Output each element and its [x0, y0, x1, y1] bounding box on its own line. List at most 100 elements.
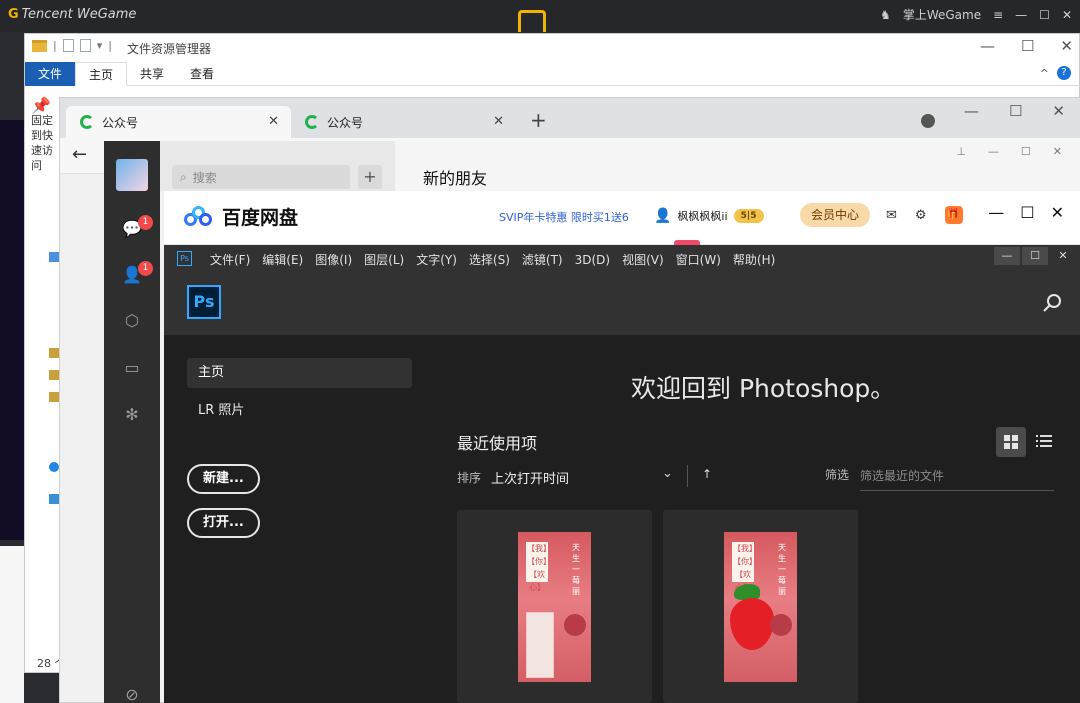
new-folder-icon[interactable] — [79, 39, 91, 52]
recent-file-card[interactable]: 【我】【你】【欢心】 天生一莓丽 — [663, 510, 858, 703]
folder-icon[interactable] — [49, 370, 59, 380]
new-file-button[interactable]: 新建... — [187, 464, 260, 494]
wegame-close-button[interactable]: ✕ — [1062, 8, 1072, 22]
minimize-button[interactable]: — — [994, 247, 1020, 265]
pin-to-quick-access-button[interactable]: 📌 固定到快速访问 — [31, 98, 61, 173]
search-icon[interactable] — [1042, 293, 1062, 313]
tab-close-icon[interactable]: ✕ — [493, 114, 504, 129]
photoshop-app-icon: Ps — [177, 251, 192, 266]
maximize-button[interactable]: ☐ — [1021, 145, 1031, 158]
settings-icon[interactable]: ⚙ — [915, 208, 927, 223]
files-icon[interactable]: ▭ — [122, 358, 142, 378]
chevron-down-icon[interactable]: ⌄ — [662, 466, 673, 481]
mini-programs-icon[interactable]: ⊘ — [122, 685, 142, 703]
wegame-mobile-icon[interactable]: ♞ — [880, 8, 891, 22]
gift-icon[interactable]: 🎁 — [944, 206, 963, 224]
photoshop-window-controls: — ☐ ✕ — [994, 247, 1076, 265]
wegame-menu-icon[interactable]: ≡ — [993, 8, 1003, 22]
close-button[interactable]: ✕ — [1053, 145, 1062, 158]
browser-tab[interactable]: 公众号 ✕ — [66, 106, 291, 138]
favorites-icon[interactable]: ⬡ — [122, 311, 142, 331]
thumbnail-text: 【我】【你】【欢心】 — [526, 542, 548, 592]
new-tab-button[interactable]: + — [530, 108, 547, 132]
svip-promo-link[interactable]: SVIP年卡特惠 限时买1送6 — [499, 209, 629, 225]
folder-icon[interactable] — [49, 348, 59, 358]
pin-window-icon[interactable]: ⊥ — [956, 145, 966, 158]
properties-icon[interactable] — [62, 39, 74, 52]
quick-access-icon[interactable] — [49, 252, 59, 262]
help-icon[interactable]: ? — [1057, 66, 1071, 80]
icecream-ball-graphic — [564, 614, 586, 636]
close-button[interactable]: ✕ — [1051, 203, 1064, 222]
browser-tab[interactable]: 公众号 ✕ — [291, 106, 516, 138]
maximize-button[interactable]: ☐ — [1022, 247, 1048, 265]
menu-layer[interactable]: 图层(L) — [364, 251, 404, 268]
nav-lr-photos[interactable]: LR 照片 — [198, 399, 244, 418]
explorer-minimize-button[interactable]: — — [980, 37, 995, 55]
baidu-user[interactable]: 👤 枫枫枫枫ii 5|5 — [654, 208, 764, 224]
minimize-button[interactable]: — — [988, 145, 999, 158]
moments-icon[interactable]: ✻ — [122, 405, 142, 425]
tab-list-dropdown-icon[interactable] — [921, 114, 935, 128]
avatar[interactable] — [116, 159, 148, 191]
explorer-maximize-button[interactable]: ☐ — [1021, 37, 1034, 55]
menu-image[interactable]: 图像(I) — [315, 251, 352, 268]
ribbon-tab-view[interactable]: 查看 — [177, 62, 227, 86]
thumbnail-text: 天生一莓丽 — [572, 543, 580, 596]
recent-files-title: 最近使用项 — [457, 434, 538, 453]
sort-dropdown[interactable]: 上次打开时间 — [491, 468, 569, 487]
wegame-logo: G Tencent WeGame — [8, 7, 137, 22]
ribbon-collapse-icon[interactable]: ^ — [1040, 67, 1049, 80]
add-button[interactable]: + — [358, 165, 382, 189]
menu-view[interactable]: 视图(V) — [622, 251, 664, 268]
search-input[interactable]: ⌕ 搜索 — [172, 165, 350, 189]
recent-file-card[interactable]: 【我】【你】【欢心】 天生一莓丽 — [457, 510, 652, 703]
contacts-unread-badge: 1 — [138, 261, 153, 276]
wechat-window-controls: ⊥ — ☐ ✕ — [956, 145, 1062, 158]
strawberry-graphic — [730, 598, 774, 650]
wegame-minimize-button[interactable]: — — [1015, 8, 1027, 22]
wegame-store-icon[interactable] — [518, 10, 546, 32]
folder-icon[interactable] — [49, 392, 59, 402]
this-pc-icon[interactable] — [49, 494, 59, 504]
tab-close-icon[interactable]: ✕ — [268, 114, 279, 129]
coin-badge: 5|5 — [733, 209, 764, 223]
maximize-button[interactable]: ☐ — [1020, 203, 1034, 222]
explorer-close-button[interactable]: ✕ — [1060, 37, 1073, 55]
ribbon-tab-share[interactable]: 共享 — [127, 62, 177, 86]
vip-center-button[interactable]: 会员中心 — [800, 203, 870, 227]
wegame-mobile-label[interactable]: 掌上WeGame — [903, 6, 981, 23]
nav-home[interactable]: 主页 — [187, 358, 412, 388]
minimize-button[interactable]: — — [964, 102, 979, 120]
onedrive-icon[interactable] — [49, 462, 59, 472]
menu-type[interactable]: 文字(Y) — [416, 251, 457, 268]
wechat-list-header: ⌕ 搜索 + — [160, 141, 395, 191]
wechat-browser-window-controls: — ☐ ✕ — [964, 102, 1065, 120]
menu-3d[interactable]: 3D(D) — [575, 253, 610, 267]
maximize-button[interactable]: ☐ — [1009, 102, 1022, 120]
menu-edit[interactable]: 编辑(E) — [262, 251, 303, 268]
back-arrow-icon[interactable]: ← — [72, 144, 87, 165]
filter-input[interactable]: 筛选最近的文件 — [860, 461, 1054, 491]
list-view-icon[interactable] — [1036, 433, 1052, 449]
menu-window[interactable]: 窗口(W) — [676, 251, 721, 268]
thumbnail-text: 天生一莓丽 — [778, 543, 786, 596]
chat-title: 新的朋友 — [423, 169, 488, 188]
wegame-maximize-button[interactable]: ☐ — [1039, 8, 1050, 22]
close-button[interactable]: ✕ — [1052, 102, 1065, 120]
minimize-button[interactable]: — — [988, 203, 1004, 222]
close-button[interactable]: ✕ — [1050, 247, 1076, 265]
menu-help[interactable]: 帮助(H) — [733, 251, 775, 268]
photoshop-home-header: Ps — [164, 273, 1080, 335]
mail-icon[interactable]: ✉ — [886, 208, 897, 223]
ribbon-tab-home[interactable]: 主页 — [75, 61, 128, 86]
menu-filter[interactable]: 滤镜(T) — [522, 251, 563, 268]
open-file-button[interactable]: 打开... — [187, 508, 260, 538]
menu-file[interactable]: 文件(F) — [210, 251, 250, 268]
qat-dropdown-icon[interactable]: ▾ — [97, 39, 103, 52]
username: 枫枫枫枫ii — [677, 210, 728, 223]
menu-select[interactable]: 选择(S) — [469, 251, 510, 268]
sort-ascending-icon[interactable]: ↑ — [702, 467, 712, 481]
grid-view-icon[interactable] — [996, 427, 1026, 457]
ribbon-tab-file[interactable]: 文件 — [25, 61, 76, 86]
